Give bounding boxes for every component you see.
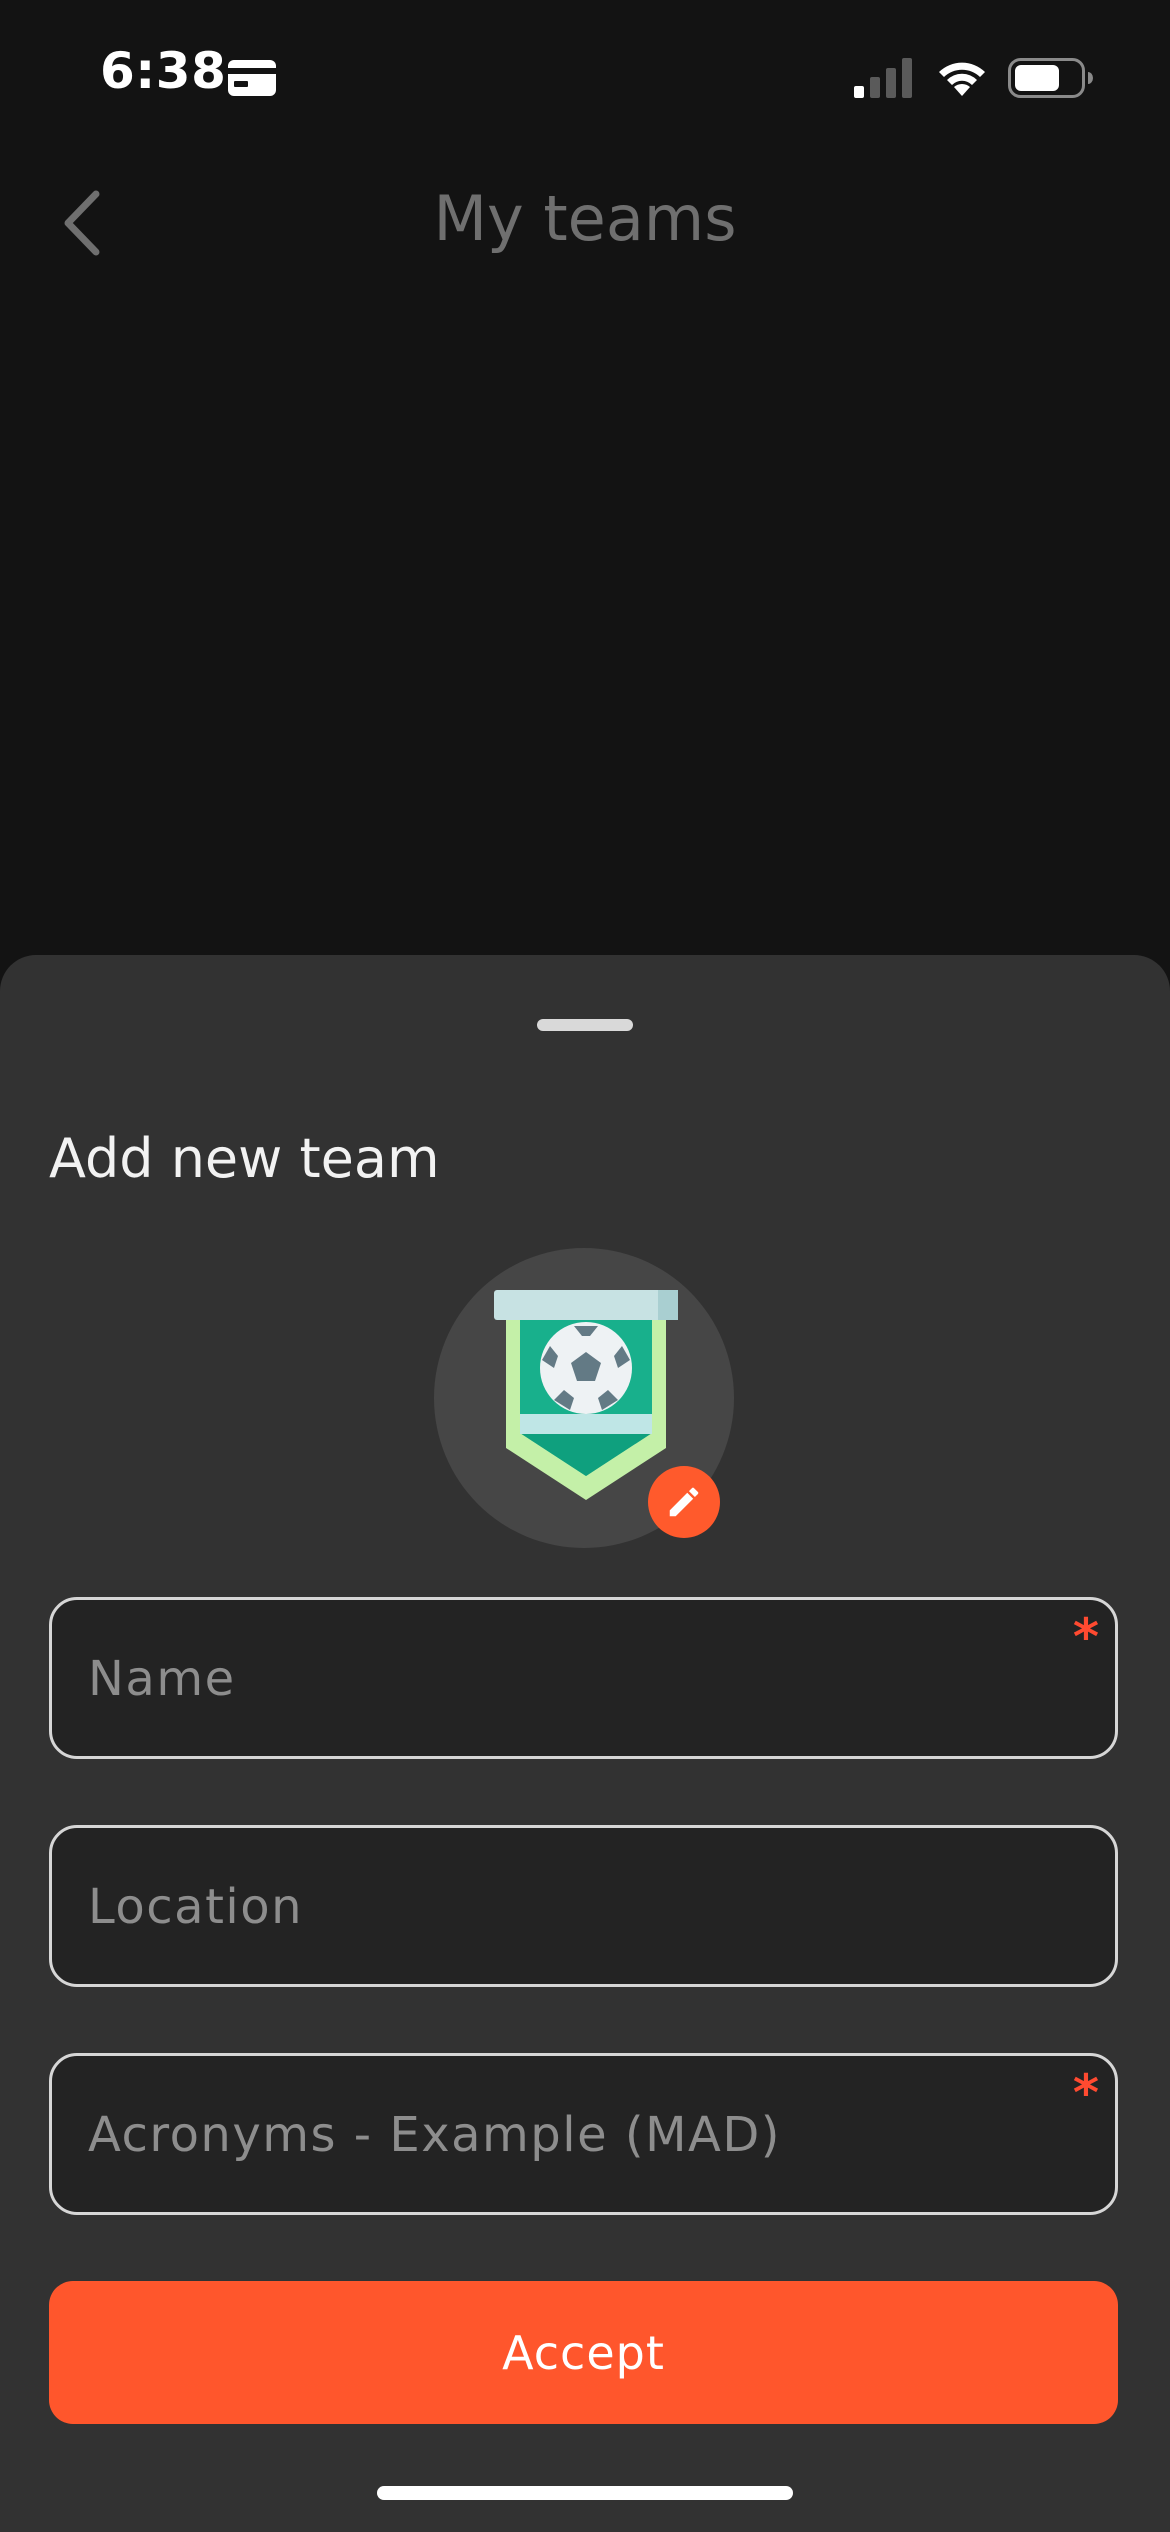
- acronym-input[interactable]: [86, 2056, 1050, 2214]
- edit-avatar-button[interactable]: [648, 1466, 720, 1538]
- battery-icon: [1008, 58, 1093, 98]
- add-team-sheet: Add new team Name * Location Acronyms - …: [0, 955, 1170, 2532]
- signal-icon: [854, 58, 912, 98]
- page-title: My teams: [433, 182, 737, 255]
- soccer-pennant-icon: [494, 1290, 678, 1500]
- home-indicator: [377, 2486, 793, 2500]
- status-time: 6:38: [100, 42, 227, 100]
- name-field[interactable]: *: [49, 1597, 1118, 1759]
- required-mark: *: [1072, 2064, 1099, 2122]
- acronym-field[interactable]: *: [49, 2053, 1118, 2215]
- name-input[interactable]: [86, 1600, 1050, 1758]
- wifi-icon: [939, 62, 985, 96]
- location-field[interactable]: [49, 1825, 1118, 1987]
- card-icon: [228, 60, 276, 96]
- status-bar: 6:38: [0, 0, 1170, 150]
- required-mark: *: [1072, 1608, 1099, 1666]
- location-input[interactable]: [86, 1828, 1050, 1986]
- sheet-grabber[interactable]: [537, 1019, 633, 1031]
- accept-button[interactable]: Accept: [49, 2281, 1118, 2424]
- pencil-icon: [669, 1487, 699, 1517]
- sheet-title: Add new team: [49, 1127, 440, 1190]
- screen: 6:38 My teams Add new team Name * Locati…: [0, 0, 1170, 2532]
